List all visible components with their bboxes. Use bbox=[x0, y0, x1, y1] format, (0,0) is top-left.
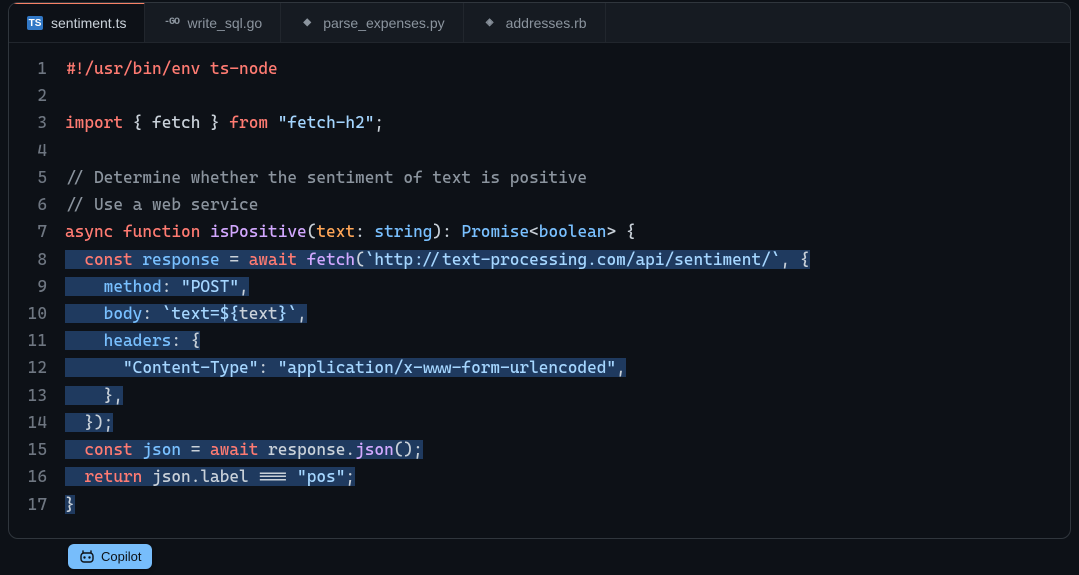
tab-addresses-rb[interactable]: ◈ addresses.rb bbox=[464, 3, 606, 42]
code-line: 5 // Determine whether the sentiment of … bbox=[9, 164, 1070, 191]
code-line: 1 #!/usr/bin/env ts-node bbox=[9, 55, 1070, 82]
line-number: 5 bbox=[9, 164, 65, 191]
code-line: 10 body: `text=${text}`, bbox=[9, 300, 1070, 327]
rb-file-icon: ◈ bbox=[482, 16, 498, 30]
line-number: 8 bbox=[9, 246, 65, 273]
shebang: #!/usr/bin/env ts-node bbox=[65, 59, 278, 78]
line-number: 4 bbox=[9, 137, 65, 164]
code-line: 8 const response = await fetch(`http://t… bbox=[9, 246, 1070, 273]
code-line: 15 const json = await response.json(); bbox=[9, 436, 1070, 463]
comment: // Determine whether the sentiment of te… bbox=[65, 168, 587, 187]
code-line: 2 bbox=[9, 82, 1070, 109]
go-file-icon: -GO bbox=[163, 16, 179, 30]
line-number: 12 bbox=[9, 354, 65, 381]
code-line: 7 async function isPositive(text: string… bbox=[9, 218, 1070, 245]
code-line: 4 bbox=[9, 137, 1070, 164]
tab-write-sql-go[interactable]: -GO write_sql.go bbox=[145, 3, 281, 42]
copilot-label: Copilot bbox=[101, 549, 141, 564]
code-line: 6 // Use a web service bbox=[9, 191, 1070, 218]
code-line: 13 }, bbox=[9, 382, 1070, 409]
tab-bar: TS sentiment.ts -GO write_sql.go ◆ parse… bbox=[9, 3, 1070, 43]
code-line: 9 method: "POST", bbox=[9, 273, 1070, 300]
line-number: 11 bbox=[9, 327, 65, 354]
line-number: 13 bbox=[9, 382, 65, 409]
tab-label: sentiment.ts bbox=[51, 15, 126, 31]
ts-file-icon: TS bbox=[27, 16, 43, 30]
code-line: 3 import { fetch } from "fetch-h2"; bbox=[9, 109, 1070, 136]
code-line: 17 } bbox=[9, 491, 1070, 518]
code-line: 14 }); bbox=[9, 409, 1070, 436]
code-editor[interactable]: 1 #!/usr/bin/env ts-node 2 3 import { fe… bbox=[9, 43, 1070, 538]
line-number: 6 bbox=[9, 191, 65, 218]
line-number: 9 bbox=[9, 273, 65, 300]
line-number: 2 bbox=[9, 82, 65, 109]
line-number: 3 bbox=[9, 109, 65, 136]
line-number: 17 bbox=[9, 491, 65, 518]
tab-parse-expenses-py[interactable]: ◆ parse_expenses.py bbox=[281, 3, 463, 42]
py-file-icon: ◆ bbox=[299, 16, 315, 30]
editor-window: TS sentiment.ts -GO write_sql.go ◆ parse… bbox=[8, 2, 1071, 539]
tab-sentiment-ts[interactable]: TS sentiment.ts bbox=[9, 2, 145, 42]
tab-label: write_sql.go bbox=[187, 15, 262, 31]
code-line: 16 return json.label === "pos"; bbox=[9, 463, 1070, 490]
copilot-icon bbox=[79, 550, 95, 564]
line-number: 16 bbox=[9, 463, 65, 490]
line-number: 7 bbox=[9, 218, 65, 245]
comment: // Use a web service bbox=[65, 195, 258, 214]
line-number: 10 bbox=[9, 300, 65, 327]
line-number: 1 bbox=[9, 55, 65, 82]
code-line: 11 headers: { bbox=[9, 327, 1070, 354]
copilot-badge[interactable]: Copilot bbox=[68, 544, 152, 569]
tab-label: addresses.rb bbox=[506, 15, 587, 31]
tab-label: parse_expenses.py bbox=[323, 15, 444, 31]
code-line: 12 "Content-Type": "application/x-www-fo… bbox=[9, 354, 1070, 381]
line-number: 15 bbox=[9, 436, 65, 463]
line-number: 14 bbox=[9, 409, 65, 436]
